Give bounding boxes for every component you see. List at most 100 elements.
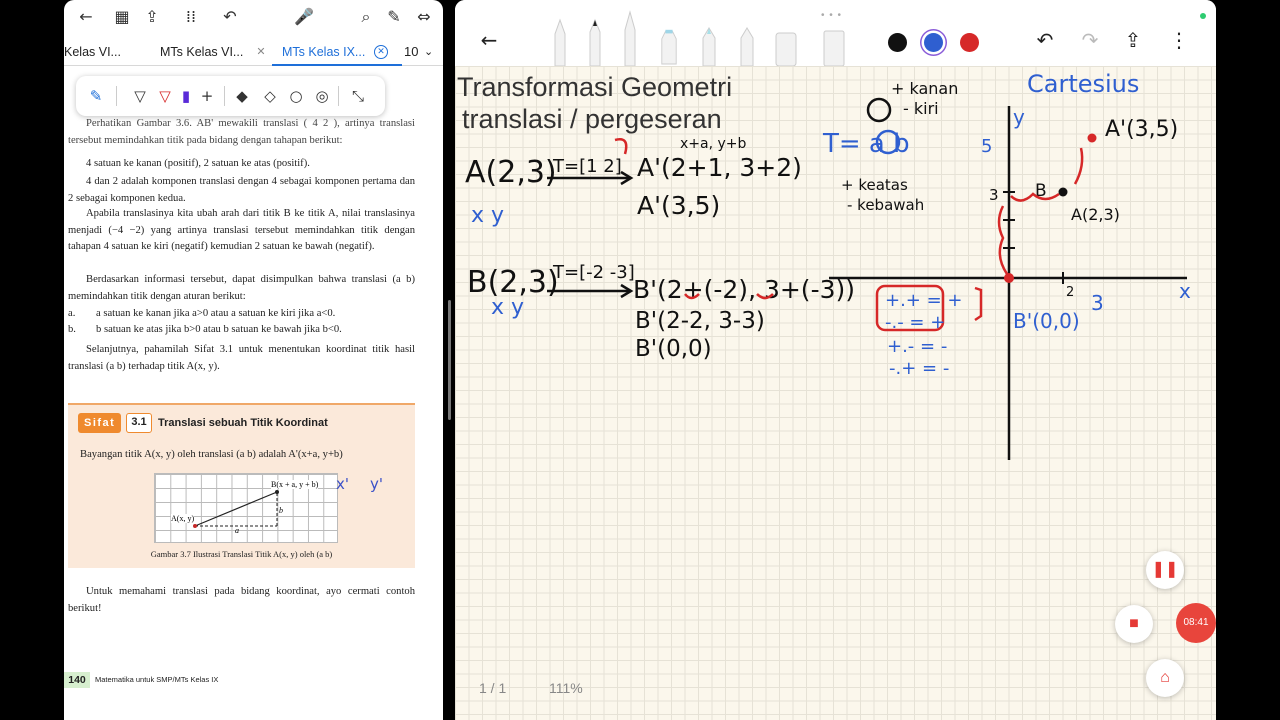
- tab-count[interactable]: 10: [404, 38, 418, 66]
- tick-label-3: 3: [989, 186, 999, 204]
- figure-caption: Gambar 3.7 Ilustrasi Translasi Titik A(x…: [150, 549, 333, 559]
- tab-mts-kelas-vi[interactable]: MTs Kelas VI...: [160, 38, 246, 66]
- eraser-tool-icon[interactable]: [775, 32, 797, 66]
- split-divider-handle[interactable]: [448, 300, 451, 420]
- page-number: 140: [64, 672, 90, 688]
- tick-label-2: 2: [1066, 285, 1074, 300]
- ex1-point: A(2,3): [465, 155, 557, 190]
- pencil-tool-icon[interactable]: [738, 26, 756, 66]
- highlighter-tool-icon[interactable]: [660, 26, 678, 66]
- stop-recording-button[interactable]: ■: [1115, 605, 1153, 643]
- comment-icon[interactable]: ◎: [312, 86, 332, 106]
- translation-vector: [194, 491, 278, 527]
- sign-rule-4: -.+ = -: [889, 358, 949, 379]
- list-label: a.: [68, 308, 76, 319]
- paragraph: 4 satuan ke kanan (positif), 2 satuan ke…: [86, 158, 310, 169]
- a-label: a: [235, 526, 239, 535]
- sign-rule-2: -.- = +: [885, 312, 945, 333]
- point-A-label: A(2,3): [1071, 205, 1120, 224]
- sifat-title: Translasi sebuah Titik Koordinat: [158, 417, 328, 429]
- marker-tool-icon[interactable]: [700, 26, 718, 66]
- sifat-label: Sifat: [78, 413, 122, 433]
- chevron-down-icon[interactable]: ⌄: [424, 38, 433, 66]
- notes-pane: • • • ← ↶ ↷ ⇪ ⋮ Transformasi Geometri tr…: [455, 0, 1216, 720]
- point-b: [275, 490, 279, 494]
- back-arrow-icon[interactable]: ←: [76, 7, 96, 27]
- ex1-xy-labels: x y: [471, 203, 504, 228]
- fineliner-tool-icon[interactable]: [586, 18, 604, 66]
- pause-recording-button[interactable]: ❚❚: [1146, 551, 1184, 589]
- sifat-box: Sifat 3.1 Translasi sebuah Titik Koordin…: [68, 403, 415, 568]
- cartesius-label: Cartesius: [1027, 70, 1139, 98]
- reader-tabs: Kelas VI... MTs Kelas VI... ✕ MTs Kelas …: [64, 38, 443, 66]
- brush-pen-tool-icon[interactable]: [621, 10, 639, 66]
- recording-timer[interactable]: 08:41: [1176, 603, 1216, 643]
- translation-path-up: [1073, 147, 1084, 185]
- sifat-statement: Bayangan titik A(x, y) oleh translasi (a…: [80, 449, 343, 460]
- toolbar-divider: [338, 86, 339, 106]
- share-icon[interactable]: ⇪: [1121, 28, 1145, 52]
- paragraph: Perhatikan Gambar 3.6. AB' mewakili tran…: [68, 118, 415, 146]
- tab-mts-kelas-ix[interactable]: MTs Kelas IX...: [282, 38, 372, 66]
- toolbar-divider: [224, 86, 225, 106]
- pen-tool-icon[interactable]: [551, 18, 569, 66]
- y-axis-label: y: [1013, 105, 1025, 129]
- handwritten-x-prime: x': [336, 475, 350, 493]
- highlighter-icon[interactable]: ▮: [176, 86, 196, 106]
- pencil-icon[interactable]: ✎: [86, 86, 106, 106]
- lasso-tool-icon[interactable]: [823, 30, 845, 66]
- note-keatas: + keatas: [841, 176, 908, 194]
- apps-icon[interactable]: ⁞⁞: [181, 7, 201, 27]
- reading-mode-icon[interactable]: ⇔: [414, 7, 434, 27]
- eraser-icon[interactable]: ◆: [232, 86, 252, 106]
- note-kebawah: - kebawah: [847, 196, 924, 214]
- undo-icon[interactable]: ↶: [220, 7, 240, 27]
- microphone-icon[interactable]: 🎤: [294, 7, 314, 27]
- sign-rule-3: +.- = -: [887, 336, 947, 357]
- edit-doc-icon[interactable]: ✎: [384, 7, 404, 27]
- sign-rules-bracket: [974, 286, 983, 322]
- paragraph: Untuk memahami translasi pada bidang koo…: [68, 586, 415, 614]
- more-options-icon[interactable]: ⋮: [1167, 28, 1191, 52]
- ex1-formula-hint: x+a, y+b: [680, 136, 747, 152]
- ex1-step2: A'(3,5): [637, 191, 720, 220]
- ex1-step1: A'(2+1, 3+2): [637, 153, 802, 182]
- grid-icon[interactable]: ▦: [112, 7, 132, 27]
- handwritten-y-prime: y': [370, 475, 384, 493]
- pen-red-icon[interactable]: ▽: [155, 86, 175, 106]
- ex2-step3: B'(0,0): [635, 336, 712, 362]
- handwriting-layer: A(2,3) T=[1 2] x+a, y+b A'(2+1, 3+2) A'(…: [465, 70, 1191, 460]
- paragraph: Berdasarkan informasi tersebut, dapat di…: [68, 274, 415, 302]
- tab-kelas-vi[interactable]: Kelas VI...: [64, 38, 134, 66]
- collapse-toolbar-icon[interactable]: ⤡: [348, 86, 368, 106]
- translation-path-down: [997, 205, 1009, 275]
- add-icon[interactable]: +: [197, 86, 217, 106]
- window-handle-icon[interactable]: • • •: [821, 10, 842, 21]
- pen-black-icon[interactable]: ▽: [130, 86, 150, 106]
- redo-icon[interactable]: ↷: [1078, 28, 1102, 52]
- back-arrow-icon[interactable]: ←: [477, 28, 501, 52]
- note-kanan: + kanan: [891, 79, 958, 98]
- close-active-tab-icon[interactable]: ✕: [374, 45, 388, 59]
- point-B-prime-label: B'(0,0): [1013, 309, 1080, 333]
- zoom-indicator[interactable]: 111%: [549, 680, 583, 696]
- color-blue-swatch[interactable]: [924, 33, 943, 52]
- close-tab-icon[interactable]: ✕: [254, 45, 268, 59]
- note-kiri: - kiri: [903, 99, 939, 118]
- color-red-swatch[interactable]: [960, 33, 979, 52]
- point-b-label: B(x + a, y + b): [271, 480, 319, 489]
- ex2-step1: B'(2+(-2), 3+(-3)): [633, 275, 855, 304]
- shapes-icon[interactable]: ◇: [260, 86, 280, 106]
- translation-figure: A(x, y) B(x + a, y + b) a b: [154, 473, 338, 543]
- reader-topbar: ← ▦ ⇪ ⁞⁞ ↶ 🎤 ⌕ ✎ ⇔: [64, 0, 443, 34]
- lasso-icon[interactable]: ○: [286, 86, 306, 106]
- share-icon[interactable]: ⇪: [142, 7, 162, 27]
- tick-label-5: 5: [981, 136, 992, 157]
- color-black-swatch[interactable]: [888, 33, 907, 52]
- point-a: [193, 524, 197, 528]
- x-axis-label: x: [1179, 279, 1191, 303]
- search-icon[interactable]: ⌕: [356, 7, 376, 27]
- recording-toolbox-button[interactable]: ⌂: [1146, 659, 1184, 697]
- undo-icon[interactable]: ↶: [1033, 28, 1057, 52]
- ex1-annotation-mark: [614, 138, 628, 155]
